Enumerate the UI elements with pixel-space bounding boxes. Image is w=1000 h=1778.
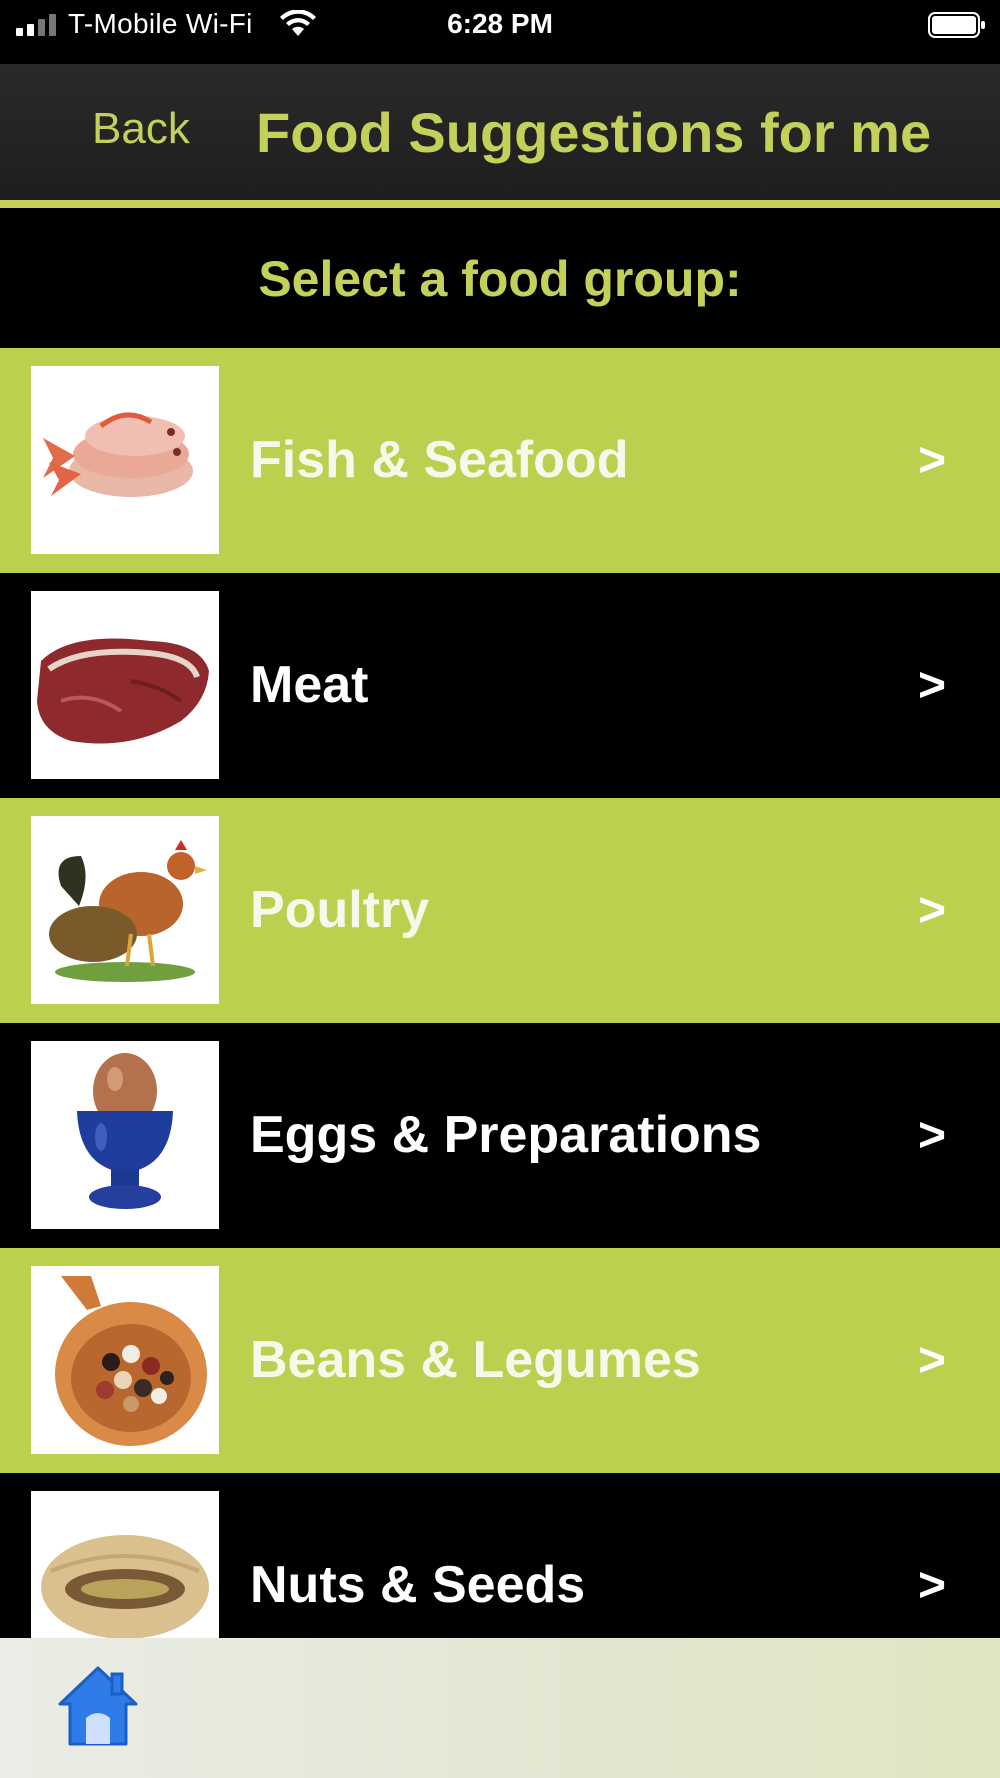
battery-icon xyxy=(928,12,985,38)
navigation-bar: Back Food Suggestions for me xyxy=(0,64,1000,200)
list-item-label: Poultry xyxy=(250,881,430,939)
chevron-right-icon: > xyxy=(917,659,946,712)
list-item-label: Meat xyxy=(250,656,369,714)
list-item-eggs-preparations[interactable]: Eggs & Preparations > xyxy=(0,1023,1000,1248)
back-button[interactable]: Back xyxy=(92,104,190,154)
chevron-right-icon: > xyxy=(917,434,946,487)
list-item-label: Nuts & Seeds xyxy=(250,1556,586,1614)
chevron-right-icon: > xyxy=(917,1559,946,1612)
page-title: Food Suggestions for me xyxy=(256,101,932,164)
fish-icon xyxy=(31,366,219,554)
list-item-nuts-seeds[interactable]: Nuts & Seeds > xyxy=(0,1473,1000,1638)
list-item-poultry[interactable]: Poultry > xyxy=(0,798,1000,1023)
list-item-label: Fish & Seafood xyxy=(250,431,629,489)
list-item-beans-legumes[interactable]: Beans & Legumes > xyxy=(0,1248,1000,1473)
list-item-label: Eggs & Preparations xyxy=(250,1106,762,1164)
status-time: 6:28 PM xyxy=(447,8,553,39)
status-bar: T-Mobile Wi-Fi 6:28 PM xyxy=(0,0,1000,64)
food-group-list: Fish & Seafood > Meat > Poultry > Eggs &… xyxy=(0,348,1000,1638)
beans-icon xyxy=(31,1266,219,1454)
steak-icon xyxy=(31,591,219,779)
chevron-right-icon: > xyxy=(917,884,946,937)
tab-bar xyxy=(0,1638,1000,1778)
nav-divider xyxy=(0,200,1000,208)
home-icon[interactable] xyxy=(56,1664,140,1748)
section-heading-label: Select a food group: xyxy=(258,251,742,307)
chevron-right-icon: > xyxy=(917,1334,946,1387)
chicken-icon xyxy=(31,816,219,1004)
list-item-fish-seafood[interactable]: Fish & Seafood > xyxy=(0,348,1000,573)
screen: T-Mobile Wi-Fi 6:28 PM Back Food Suggest… xyxy=(0,0,1000,1778)
chevron-right-icon: > xyxy=(917,1109,946,1162)
list-item-meat[interactable]: Meat > xyxy=(0,573,1000,798)
egg-icon xyxy=(31,1041,219,1229)
list-item-label: Beans & Legumes xyxy=(250,1331,701,1389)
nut-icon xyxy=(31,1491,219,1638)
section-heading: Select a food group: xyxy=(0,208,1000,348)
